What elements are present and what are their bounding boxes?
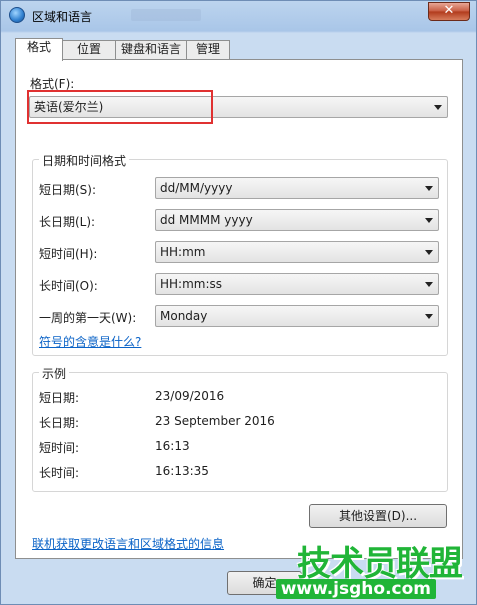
window-title: 区域和语言 [32,10,93,24]
example-short-time-label: 短时间: [39,441,80,455]
example-long-time-value: 16:13:35 [155,464,209,478]
example-short-time-value: 16:13 [155,439,190,453]
tab-location[interactable]: 位置 [62,40,116,59]
example-long-date-label: 长日期: [39,416,80,430]
tab-panel-format: 格式(F): 英语(爱尔兰) 日期和时间格式 短日期(S): dd/MM/yyy… [15,59,463,559]
chevron-down-icon [425,282,433,287]
datetime-group-title: 日期和时间格式 [39,152,130,169]
long-time-value: HH:mm:ss [160,277,223,291]
close-button[interactable]: ✕ [428,2,470,21]
long-time-label: 长时间(O): [39,279,98,293]
long-time-select[interactable]: HH:mm:ss [155,273,439,295]
title-bar: 区域和语言 ✕ [1,1,476,31]
highlight-annotation-box [27,90,213,124]
symbols-help-link[interactable]: 符号的含意是什么? [39,333,141,350]
short-date-value: dd/MM/yyyy [160,181,233,195]
globe-icon [9,7,25,23]
tab-format[interactable]: 格式 [15,38,63,61]
tab-administrative[interactable]: 管理 [186,40,230,59]
chevron-down-icon [425,250,433,255]
example-long-time-label: 长时间: [39,466,80,480]
first-day-value: Monday [160,309,208,323]
chevron-down-icon [425,186,433,191]
examples-group-title: 示例 [39,365,70,382]
short-time-value: HH:mm [160,245,206,259]
chevron-down-icon [425,218,433,223]
other-settings-button[interactable]: 其他设置(D)... [309,504,447,528]
watermark-url: www.jsgho.com [275,579,436,599]
long-date-label: 长日期(L): [39,215,96,229]
first-day-label: 一周的第一天(W): [39,311,137,325]
tab-keyboards-languages[interactable]: 键盘和语言 [115,40,187,59]
examples-group: 示例 短日期: 23/09/2016 长日期: 23 September 201… [32,365,448,492]
blurred-title-area [131,9,201,21]
long-date-value: dd MMMM yyyy [160,213,253,227]
example-long-date-value: 23 September 2016 [155,414,275,428]
region-language-dialog: 区域和语言 ✕ 格式 位置 键盘和语言 管理 格式(F): 英语(爱尔兰) 日期… [0,0,477,605]
datetime-format-group: 日期和时间格式 短日期(S): dd/MM/yyyy 长日期(L): dd MM… [32,152,448,356]
example-short-date-label: 短日期: [39,391,80,405]
first-day-select[interactable]: Monday [155,305,439,327]
long-date-select[interactable]: dd MMMM yyyy [155,209,439,231]
online-info-link[interactable]: 联机获取更改语言和区域格式的信息 [32,535,224,552]
short-time-label: 短时间(H): [39,247,98,261]
short-date-select[interactable]: dd/MM/yyyy [155,177,439,199]
watermark-brand: 技术员联盟 [297,544,463,584]
chevron-down-icon [425,314,433,319]
short-date-label: 短日期(S): [39,183,97,197]
short-time-select[interactable]: HH:mm [155,241,439,263]
example-short-date-value: 23/09/2016 [155,389,225,403]
chevron-down-icon [434,105,442,110]
